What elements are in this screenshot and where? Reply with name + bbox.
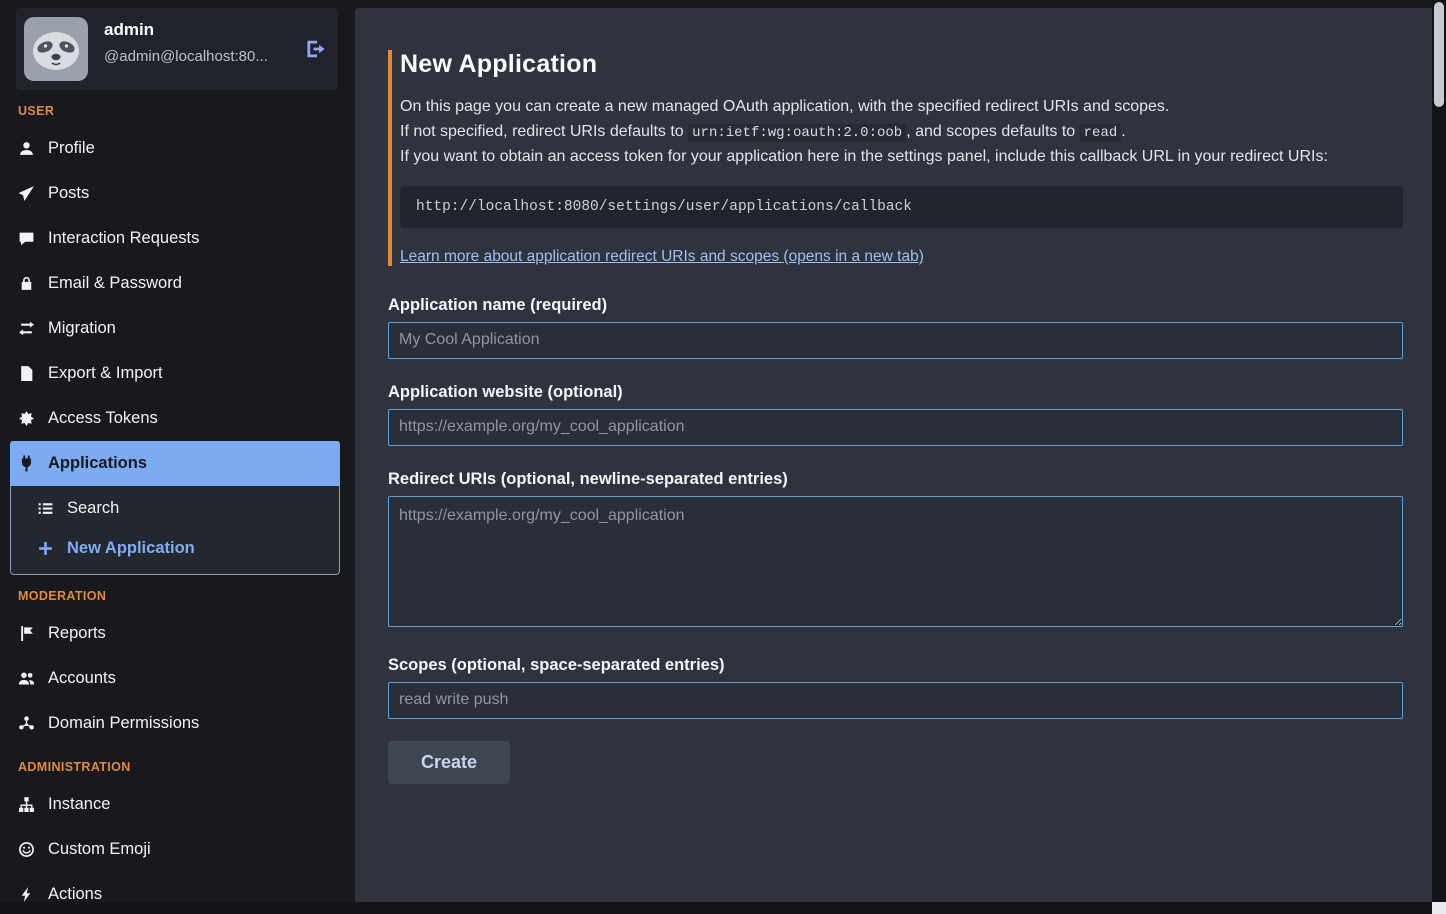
section-header-administration: ADMINISTRATION (18, 760, 338, 774)
comment-icon (18, 230, 35, 247)
section-header-user: USER (18, 104, 338, 118)
sidebar-item-label: Access Tokens (48, 407, 158, 430)
settings-window: admin @admin@localhost:80... USER Profil… (0, 0, 1446, 914)
sidebar-item-export-import[interactable]: Export & Import (16, 351, 338, 396)
sidebar-item-label: New Application (67, 537, 195, 560)
sidebar-item-applications-search[interactable]: Search (11, 488, 339, 528)
page-title: New Application (400, 50, 1403, 79)
sidebar: admin @admin@localhost:80... USER Profil… (0, 0, 355, 914)
application-website-input[interactable] (388, 409, 1403, 446)
user-meta: admin @admin@localhost:80... (104, 17, 268, 65)
create-button[interactable]: Create (388, 741, 510, 784)
sidebar-item-instance[interactable]: Instance (16, 782, 338, 827)
vertical-scrollbar-thumb[interactable] (1434, 2, 1444, 107)
sidebar-item-reports[interactable]: Reports (16, 611, 338, 656)
exchange-arrows-icon (18, 320, 35, 337)
sidebar-item-applications[interactable]: Applications (10, 441, 340, 486)
sidebar-item-label: Accounts (48, 667, 116, 690)
section-header-moderation: MODERATION (18, 589, 338, 603)
smile-icon (18, 841, 35, 858)
sidebar-item-new-application[interactable]: New Application (11, 528, 339, 568)
applications-submenu: Search New Application (10, 486, 340, 575)
sidebar-item-posts[interactable]: Posts (16, 171, 338, 216)
scrollbar-corner (1432, 902, 1446, 914)
users-icon (18, 670, 35, 687)
sidebar-item-custom-emoji[interactable]: Custom Emoji (16, 827, 338, 872)
vertical-scrollbar-track[interactable] (1432, 0, 1446, 914)
redirect-uris-textarea[interactable] (388, 496, 1403, 627)
sidebar-item-accounts[interactable]: Accounts (16, 656, 338, 701)
user-handle: @admin@localhost:80... (104, 48, 268, 65)
sidebar-item-label: Instance (48, 793, 110, 816)
default-redirect-uri-code: urn:ietf:wg:oauth:2.0:oob (688, 124, 906, 142)
default-scope-code: read (1080, 124, 1122, 142)
sidebar-item-label: Migration (48, 317, 116, 340)
scopes-label: Scopes (optional, space-separated entrie… (388, 656, 1403, 675)
logout-icon[interactable] (304, 38, 326, 60)
intro-line-3: If you want to obtain an access token fo… (400, 145, 1403, 170)
sidebar-item-label: Posts (48, 182, 89, 205)
certificate-icon (18, 410, 35, 427)
application-name-label: Application name (required) (388, 296, 1403, 315)
sidebar-item-migration[interactable]: Migration (16, 306, 338, 351)
paper-plane-icon (18, 185, 35, 202)
file-icon (18, 365, 35, 382)
user-name: admin (104, 20, 268, 40)
new-application-form: Application name (required) Application … (388, 296, 1403, 784)
sidebar-item-label: Reports (48, 622, 106, 645)
sidebar-item-label: Search (67, 497, 119, 520)
application-name-input[interactable] (388, 322, 1403, 359)
sidebar-item-label: Custom Emoji (48, 838, 151, 861)
intro-block: New Application On this page you can cre… (388, 50, 1403, 266)
sidebar-item-profile[interactable]: Profile (16, 126, 338, 171)
sidebar-item-access-tokens[interactable]: Access Tokens (16, 396, 338, 441)
plug-icon (18, 455, 35, 472)
lock-icon (18, 275, 35, 292)
sitemap-icon (18, 796, 35, 813)
sidebar-item-label: Export & Import (48, 362, 163, 385)
sidebar-item-label: Applications (48, 452, 147, 475)
sidebar-item-label: Profile (48, 137, 95, 160)
sidebar-item-interaction-requests[interactable]: Interaction Requests (16, 216, 338, 261)
application-website-label: Application website (optional) (388, 383, 1403, 402)
user-card[interactable]: admin @admin@localhost:80... (16, 8, 338, 90)
flag-icon (18, 625, 35, 642)
sidebar-item-label: Email & Password (48, 272, 182, 295)
horizontal-scrollbar-track[interactable] (0, 902, 1432, 914)
main-panel: New Application On this page you can cre… (355, 8, 1432, 902)
intro-line-1: On this page you can create a new manage… (400, 95, 1403, 120)
callback-url-box: http://localhost:8080/settings/user/appl… (400, 186, 1403, 228)
sidebar-item-label: Interaction Requests (48, 227, 199, 250)
bolt-icon (18, 886, 35, 903)
user-icon (18, 140, 35, 157)
sidebar-item-domain-permissions[interactable]: Domain Permissions (16, 701, 338, 746)
learn-more-link[interactable]: Learn more about application redirect UR… (400, 248, 924, 265)
user-avatar (24, 17, 88, 81)
intro-line-2: If not specified, redirect URIs defaults… (400, 120, 1403, 146)
sidebar-item-label: Domain Permissions (48, 712, 199, 735)
list-icon (37, 500, 54, 517)
redirect-uris-label: Redirect URIs (optional, newline-separat… (388, 470, 1403, 489)
plus-icon (37, 540, 54, 557)
scopes-input[interactable] (388, 682, 1403, 719)
sidebar-item-email-password[interactable]: Email & Password (16, 261, 338, 306)
hub-icon (18, 715, 35, 732)
